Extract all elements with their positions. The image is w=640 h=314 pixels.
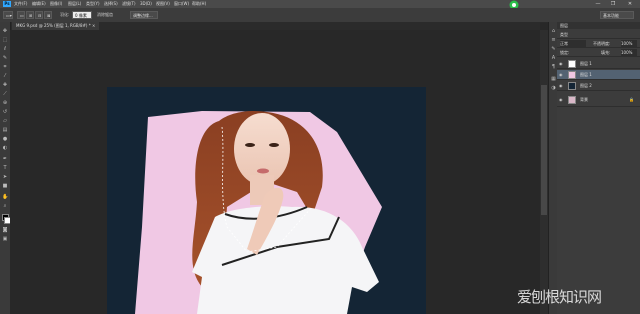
pen-icon[interactable]: ✒ xyxy=(2,156,8,162)
menu-layer[interactable]: 图层(L) xyxy=(68,0,81,8)
layer-row[interactable]: ◉ 图层 1 xyxy=(557,59,640,69)
zoom-icon[interactable]: ⌕ xyxy=(2,203,8,209)
layer-thumbnail xyxy=(568,60,576,68)
type-icon[interactable]: T xyxy=(2,165,8,171)
feather-input[interactable]: 0 像素 xyxy=(72,11,92,19)
brush-panel-icon[interactable]: ✎ xyxy=(550,46,557,52)
photo-artwork xyxy=(135,111,382,314)
marquee-icon[interactable]: ⬚ xyxy=(2,37,8,43)
opacity-input[interactable]: 100% xyxy=(621,40,637,47)
adjustments-panel-icon[interactable]: ◑ xyxy=(550,85,557,91)
tool-preset-picker[interactable]: ▭▾ xyxy=(3,11,13,19)
shape-icon[interactable]: ■ xyxy=(2,183,8,189)
refine-edge-button[interactable]: 调整边缘... xyxy=(130,11,158,19)
character-panel-icon[interactable]: A xyxy=(550,55,557,61)
app-logo: Ps xyxy=(3,1,11,7)
lasso-icon[interactable]: ℓ xyxy=(2,46,8,52)
visibility-eye-icon[interactable]: ◉ xyxy=(559,72,564,78)
menu-help[interactable]: 帮助(H) xyxy=(192,0,206,8)
layers-panel: 图层 类型 正常 不透明度: 100% 锁定: 填充: 100% ◉ 图层 1 … xyxy=(557,22,640,314)
menu-view[interactable]: 视图(V) xyxy=(156,0,170,8)
menu-edit[interactable]: 编辑(E) xyxy=(32,0,46,8)
visibility-eye-icon[interactable]: ◉ xyxy=(559,97,564,103)
layer-name[interactable]: 图层 1 xyxy=(580,59,592,69)
document-tab-bar: MKG 9.psd @ 25% (图层 1, RGB/8#) * × xyxy=(10,22,540,30)
feather-label: 羽化: xyxy=(60,12,70,17)
layer-row-selected[interactable]: ◉ 图层 1 xyxy=(557,70,640,80)
new-selection-icon[interactable]: ▭ xyxy=(17,11,25,19)
visibility-eye-icon[interactable]: ◉ xyxy=(559,61,564,67)
properties-panel-icon[interactable]: ≡ xyxy=(550,37,557,43)
minimize-button[interactable]: — xyxy=(592,0,604,8)
brush-icon[interactable]: ⟋ xyxy=(2,91,8,97)
add-selection-icon[interactable]: ⊞ xyxy=(26,11,34,19)
eraser-icon[interactable]: ▱ xyxy=(2,118,8,124)
menu-bar: Ps 文件(F) 编辑(E) 图像(I) 图层(L) 类型(Y) 选择(S) 滤… xyxy=(0,0,640,8)
menu-select[interactable]: 选择(S) xyxy=(104,0,118,8)
face-shape xyxy=(234,113,290,185)
layer-row[interactable]: ◉ 背景 🔒 xyxy=(557,95,640,107)
quick-select-icon[interactable]: ✎ xyxy=(2,55,8,61)
subtract-selection-icon[interactable]: ⊟ xyxy=(35,11,43,19)
layers-panel-header: 图层 xyxy=(557,22,640,29)
crop-icon[interactable]: ⌗ xyxy=(2,64,8,70)
vertical-scrollbar[interactable] xyxy=(540,30,548,314)
opacity-label: 不透明度: xyxy=(593,41,611,46)
menu-image[interactable]: 图像(I) xyxy=(50,0,62,8)
clone-icon[interactable]: ⊕ xyxy=(2,100,8,106)
layer-thumbnail xyxy=(568,96,576,104)
history-panel-icon[interactable]: ⌂ xyxy=(550,28,557,34)
antialias-checkbox[interactable]: 消除锯齿 xyxy=(97,11,113,19)
blend-row: 正常 不透明度: 100% xyxy=(557,39,640,48)
gradient-icon[interactable]: ▤ xyxy=(2,127,8,133)
blur-icon[interactable]: ● xyxy=(2,136,8,142)
eyedropper-icon[interactable]: ⁄ xyxy=(2,73,8,79)
intersect-selection-icon[interactable]: ⊠ xyxy=(44,11,52,19)
menu-3d[interactable]: 3D(D) xyxy=(140,0,152,8)
menu-window[interactable]: 窗口(W) xyxy=(174,0,189,8)
layer-filter-row: 类型 xyxy=(557,30,640,39)
menu-filter[interactable]: 滤镜(T) xyxy=(122,0,136,8)
visibility-eye-icon[interactable]: ◉ xyxy=(559,83,564,89)
layer-name[interactable]: 背景 xyxy=(580,95,588,105)
screen-mode-icon[interactable]: ▣ xyxy=(2,236,8,242)
layer-thumbnail xyxy=(568,82,576,90)
paragraph-panel-icon[interactable]: ¶ xyxy=(550,64,557,70)
layer-thumbnail xyxy=(568,71,576,79)
fill-input[interactable]: 100% xyxy=(621,49,637,56)
layer-name[interactable]: 图层 1 xyxy=(580,70,592,80)
layers-panel-title[interactable]: 图层 xyxy=(560,23,568,28)
layer-name[interactable]: 图层 2 xyxy=(580,81,592,91)
watermark-text: 爱刨根知识网 xyxy=(517,288,602,306)
menu-file[interactable]: 文件(F) xyxy=(14,0,27,8)
lock-label: 锁定: xyxy=(560,50,570,55)
hand-icon[interactable]: ✋ xyxy=(2,194,8,200)
blend-mode-select[interactable]: 正常 xyxy=(560,40,586,47)
options-bar: ▭▾ ▭ ⊞ ⊟ ⊠ 羽化: 0 像素 消除锯齿 调整边缘... 基本功能 xyxy=(0,8,640,23)
document-tab[interactable]: MKG 9.psd @ 25% (图层 1, RGB/8#) * × xyxy=(12,22,100,30)
layer-kind-filter[interactable]: 类型 xyxy=(560,30,568,39)
quick-mask-icon[interactable]: ◙ xyxy=(2,227,8,233)
move-icon[interactable]: ✥ xyxy=(2,28,8,34)
menu-type[interactable]: 类型(Y) xyxy=(86,0,100,8)
workspace-switcher[interactable]: 基本功能 xyxy=(600,11,634,19)
layer-row[interactable]: ◉ 图层 2 xyxy=(557,81,640,91)
close-button[interactable]: ✕ xyxy=(624,0,636,8)
lock-row: 锁定: 填充: 100% xyxy=(557,48,640,57)
dodge-icon[interactable]: ◐ xyxy=(2,145,8,151)
lock-icon: 🔒 xyxy=(629,97,634,102)
scrollbar-thumb[interactable] xyxy=(541,85,547,215)
document-canvas[interactable] xyxy=(107,87,426,314)
restore-button[interactable]: ❐ xyxy=(607,0,619,8)
swatches-panel-icon[interactable]: ▦ xyxy=(550,76,557,82)
fill-label: 填充: xyxy=(601,50,611,55)
healing-icon[interactable]: ✚ xyxy=(2,82,8,88)
history-brush-icon[interactable]: ↺ xyxy=(2,109,8,115)
path-select-icon[interactable]: ➤ xyxy=(2,174,8,180)
